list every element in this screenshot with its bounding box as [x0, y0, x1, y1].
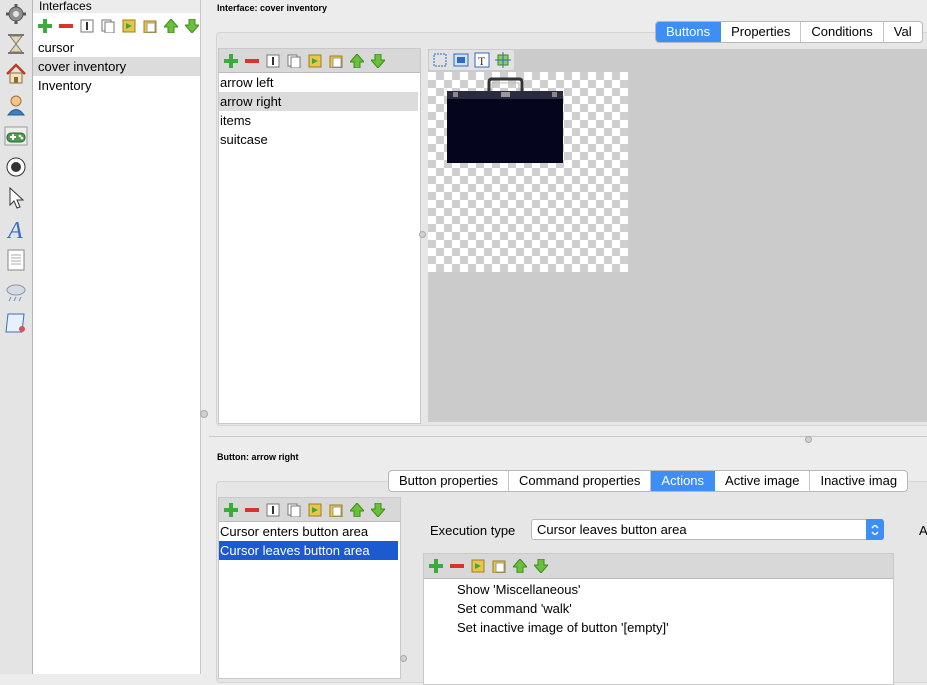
list-item[interactable]: suitcase: [219, 130, 418, 149]
script-icon[interactable]: [4, 311, 28, 335]
list-item[interactable]: items: [219, 111, 418, 130]
arrow-down-icon[interactable]: [369, 501, 387, 519]
minus-icon[interactable]: [57, 17, 75, 35]
buttons-list-box: arrow left arrow right items suitcase: [218, 48, 421, 424]
plus-icon[interactable]: [222, 501, 240, 519]
font-icon[interactable]: A: [4, 217, 28, 241]
copy-icon[interactable]: [285, 52, 303, 70]
tab-properties[interactable]: Properties: [721, 22, 802, 42]
copy-icon[interactable]: [285, 501, 303, 519]
splitter-handle[interactable]: [805, 436, 812, 443]
arrow-up-icon[interactable]: [348, 501, 366, 519]
minus-icon[interactable]: [243, 52, 261, 70]
plus-icon[interactable]: [427, 557, 445, 575]
main-icon-bar: A: [0, 0, 33, 674]
chevron-down-icon[interactable]: [866, 519, 884, 540]
text-tool-icon[interactable]: T: [473, 51, 491, 69]
interfaces-toolbar: [36, 16, 201, 36]
interfaces-panel: Interfaces cursor cover inventory Invent…: [33, 0, 201, 674]
splitter-handle[interactable]: [200, 410, 208, 418]
minus-icon[interactable]: [243, 501, 261, 519]
arrow-down-icon[interactable]: [183, 17, 201, 35]
execution-type-select[interactable]: Cursor leaves button area: [531, 519, 884, 540]
action-item[interactable]: Show 'Miscellaneous': [452, 580, 580, 599]
tab-actions[interactable]: Actions: [651, 471, 716, 491]
clipboard-icon[interactable]: [327, 52, 345, 70]
selection-icon[interactable]: [431, 51, 449, 69]
plus-icon[interactable]: [222, 52, 240, 70]
action-item[interactable]: Set command 'walk': [452, 599, 572, 618]
tab-inactive-image[interactable]: Inactive imag: [810, 471, 907, 491]
paste-icon[interactable]: [469, 557, 487, 575]
cutoff-label: A: [919, 523, 927, 538]
suitcase-image[interactable]: [428, 72, 628, 272]
character-icon[interactable]: [4, 93, 28, 117]
arrow-up-icon[interactable]: [162, 17, 180, 35]
weather-icon[interactable]: [4, 280, 28, 304]
horizontal-splitter[interactable]: [209, 436, 927, 437]
clipboard-icon[interactable]: [141, 17, 159, 35]
list-item[interactable]: cursor: [33, 38, 200, 57]
actions-toolbar: [424, 554, 893, 579]
ball-icon[interactable]: [4, 155, 28, 179]
house-icon[interactable]: [4, 62, 28, 86]
rename-icon[interactable]: [78, 17, 96, 35]
plus-icon[interactable]: [36, 17, 54, 35]
paste-icon[interactable]: [306, 52, 324, 70]
list-item[interactable]: arrow right: [219, 92, 418, 111]
interface-tabs: Buttons Properties Conditions Val: [655, 21, 923, 43]
image-preview-area: [428, 72, 628, 272]
action-item[interactable]: Set inactive image of button '[empty]': [452, 618, 669, 637]
copy-icon[interactable]: [99, 17, 117, 35]
document-icon[interactable]: [4, 248, 28, 272]
tab-active-image[interactable]: Active image: [715, 471, 811, 491]
rename-icon[interactable]: [264, 501, 282, 519]
hourglass-icon[interactable]: [4, 32, 28, 56]
list-item[interactable]: Cursor leaves button area: [219, 541, 398, 560]
button-title: Button: arrow right: [217, 452, 299, 462]
paste-icon[interactable]: [306, 501, 324, 519]
list-item[interactable]: Cursor enters button area: [219, 522, 398, 541]
tab-command-properties[interactable]: Command properties: [509, 471, 652, 491]
buttons-toolbar: [219, 49, 420, 73]
gamepad-icon[interactable]: [4, 124, 28, 148]
paste-icon[interactable]: [120, 17, 138, 35]
tab-buttons[interactable]: Buttons: [656, 22, 722, 42]
splitter-handle[interactable]: [400, 655, 407, 662]
arrow-down-icon[interactable]: [369, 52, 387, 70]
list-item[interactable]: arrow left: [219, 73, 418, 92]
clipboard-icon[interactable]: [490, 557, 508, 575]
tab-button-properties[interactable]: Button properties: [389, 471, 510, 491]
events-list-box: Cursor enters button area Cursor leaves …: [218, 497, 401, 679]
image-frame-icon[interactable]: [452, 51, 470, 69]
rename-icon[interactable]: [264, 52, 282, 70]
arrow-down-icon[interactable]: [532, 557, 550, 575]
execution-type-label: Execution type: [430, 523, 516, 538]
tab-values[interactable]: Val: [884, 22, 922, 42]
svg-text:A: A: [6, 218, 23, 241]
list-item[interactable]: cover inventory: [33, 57, 200, 76]
tab-conditions[interactable]: Conditions: [801, 22, 884, 42]
interface-title: Interface: cover inventory: [217, 3, 328, 13]
execution-type-value: Cursor leaves button area: [537, 522, 687, 537]
gear-icon[interactable]: [4, 2, 28, 26]
splitter-handle[interactable]: [419, 231, 426, 238]
arrow-up-icon[interactable]: [511, 557, 529, 575]
canvas-toolbar: T: [429, 50, 514, 70]
svg-text:T: T: [478, 54, 486, 68]
minus-icon[interactable]: [448, 557, 466, 575]
interfaces-title: Interfaces: [33, 0, 200, 13]
button-tabs: Button properties Command properties Act…: [388, 470, 909, 492]
cursor-arrow-icon[interactable]: [4, 186, 28, 210]
list-item[interactable]: Inventory: [33, 76, 200, 95]
resize-icon[interactable]: [494, 51, 512, 69]
actions-list-box: Show 'Miscellaneous' Set command 'walk' …: [423, 553, 894, 685]
clipboard-icon[interactable]: [327, 501, 345, 519]
arrow-up-icon[interactable]: [348, 52, 366, 70]
events-toolbar: [219, 498, 400, 522]
